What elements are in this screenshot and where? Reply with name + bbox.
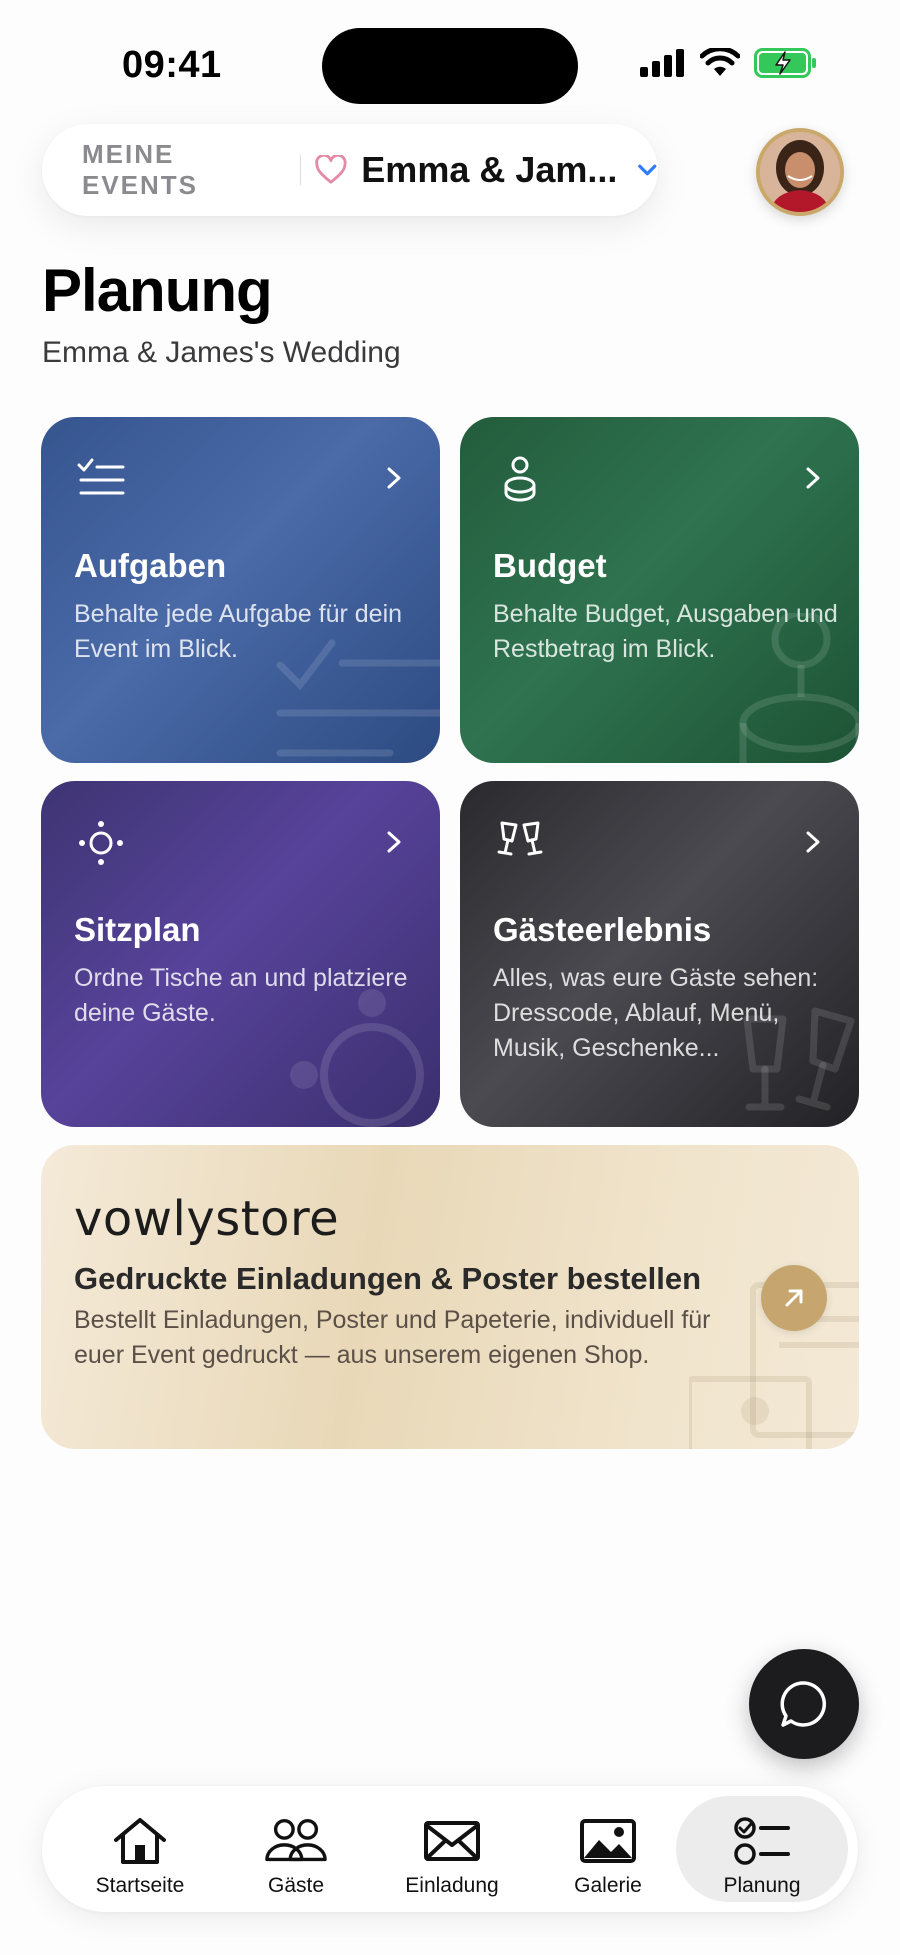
wifi-icon bbox=[700, 48, 740, 76]
home-icon bbox=[114, 1818, 166, 1864]
card-description: Alles, was eure Gäste sehen: Dresscode, … bbox=[493, 964, 819, 1062]
avatar[interactable] bbox=[756, 128, 844, 216]
page-subtitle: Emma & James's Wedding bbox=[42, 336, 401, 369]
envelope-icon bbox=[424, 1821, 480, 1861]
chevron-right-icon bbox=[806, 467, 820, 489]
battery-charging-icon bbox=[754, 48, 816, 78]
divider bbox=[299, 155, 302, 185]
tab-label: Startseite bbox=[95, 1874, 185, 1897]
checklist-icon bbox=[77, 458, 125, 495]
my-events-label: MEINE EVENTS bbox=[82, 139, 199, 200]
status-bar: 09:41 bbox=[0, 0, 900, 120]
coins-icon bbox=[504, 456, 536, 502]
chevron-right-icon bbox=[387, 467, 401, 489]
image-icon bbox=[580, 1819, 636, 1863]
tab-label: Gäste bbox=[267, 1874, 325, 1897]
chat-bubble-icon bbox=[780, 1681, 827, 1727]
store-description: Bestellt Einladungen, Poster und Papeter… bbox=[74, 1306, 711, 1369]
card-description: Ordne Tische an und platziere deine Gäst… bbox=[74, 964, 408, 1027]
tab-invitation[interactable]: Einladung bbox=[372, 1796, 532, 1902]
people-icon bbox=[265, 1818, 327, 1862]
seating-card[interactable]: Sitzplan Ordne Tische an und platziere d… bbox=[41, 781, 440, 1127]
page-title: Planung bbox=[42, 257, 273, 324]
open-store-button[interactable] bbox=[761, 1265, 827, 1331]
status-icons bbox=[640, 48, 818, 78]
chevron-down-icon bbox=[638, 164, 657, 176]
store-promo-card[interactable]: vowlystore Gedruckte Einladungen & Poste… bbox=[41, 1145, 859, 1449]
event-selector[interactable]: MEINE EVENTS Emma & Jam... bbox=[42, 124, 658, 216]
arrow-up-right-icon bbox=[785, 1289, 803, 1307]
card-title: Aufgaben bbox=[74, 547, 227, 584]
tab-label: Galerie bbox=[574, 1874, 642, 1897]
champagne-glasses-icon bbox=[497, 821, 543, 856]
chat-button[interactable] bbox=[749, 1649, 859, 1759]
budget-card[interactable]: Budget Behalte Budget, Ausgaben und Rest… bbox=[460, 417, 859, 763]
chevron-right-icon bbox=[387, 831, 401, 853]
heart-icon bbox=[315, 155, 348, 184]
tab-guests[interactable]: Gäste bbox=[216, 1796, 376, 1902]
tab-gallery[interactable]: Galerie bbox=[528, 1796, 688, 1902]
avatar-image bbox=[760, 132, 840, 212]
store-title: Gedruckte Einladungen & Poster bestellen bbox=[74, 1261, 702, 1296]
status-time: 09:41 bbox=[122, 44, 222, 86]
card-description: Behalte jede Aufgabe für dein Event im B… bbox=[74, 600, 403, 663]
cellular-signal-icon bbox=[640, 49, 684, 77]
checklist-icon bbox=[734, 1817, 790, 1865]
tab-planning[interactable]: Planung bbox=[676, 1796, 848, 1902]
table-seating-icon bbox=[79, 821, 123, 865]
chevron-right-icon bbox=[806, 831, 820, 853]
tab-label: Planung bbox=[723, 1874, 801, 1897]
tab-label: Einladung bbox=[405, 1874, 499, 1897]
tasks-card[interactable]: Aufgaben Behalte jede Aufgabe für dein E… bbox=[41, 417, 440, 763]
card-title: Gästeerlebnis bbox=[493, 911, 712, 948]
bottom-tab-bar: Startseite Gäste Einladung Galerie Planu… bbox=[42, 1786, 858, 1912]
dynamic-island bbox=[322, 28, 578, 104]
card-title: Sitzplan bbox=[74, 911, 201, 948]
event-name: Emma & Jam... bbox=[361, 149, 618, 190]
card-title: Budget bbox=[493, 547, 607, 584]
guest-experience-card[interactable]: Gästeerlebnis Alles, was eure Gäste sehe… bbox=[460, 781, 859, 1127]
tab-home[interactable]: Startseite bbox=[60, 1796, 220, 1902]
store-logo: vowlystore bbox=[74, 1191, 340, 1247]
card-description: Behalte Budget, Ausgaben und Restbetrag … bbox=[493, 600, 838, 663]
